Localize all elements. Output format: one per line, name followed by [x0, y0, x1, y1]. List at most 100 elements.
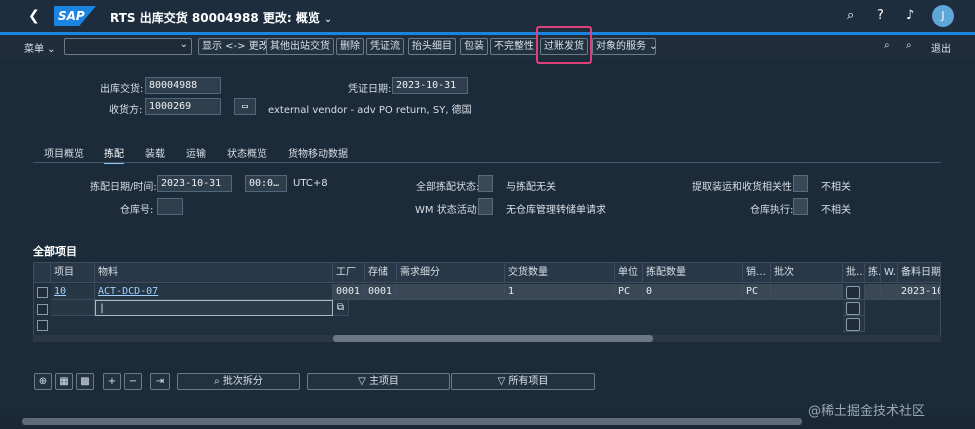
table-cell-plant: 0001: [333, 284, 365, 300]
header-details-button[interactable]: 抬头细目: [408, 38, 456, 55]
table-cell-item[interactable]: [51, 300, 95, 316]
command-field[interactable]: ⌄: [64, 38, 192, 55]
other-delivery-button[interactable]: 其他出站交货: [266, 38, 334, 55]
value-help-icon[interactable]: ⧉: [333, 300, 349, 316]
col-plant[interactable]: 工厂: [333, 263, 365, 283]
bell-icon[interactable]: ♪: [906, 8, 914, 23]
row-select-checkbox[interactable]: [37, 320, 48, 331]
item-link[interactable]: 10: [54, 286, 66, 297]
batch-split-checkbox[interactable]: [846, 302, 860, 315]
delivery-field[interactable]: 80004988: [145, 77, 221, 94]
help-icon[interactable]: ?: [877, 8, 884, 23]
add-row-icon[interactable]: +: [103, 373, 121, 390]
shell-bar: ❮ SAP RTS 出库交货 80004988 更改: 概览 ⌄ ⌕ ? ♪ J: [0, 0, 975, 32]
table-cell-pick-qty: 0: [643, 284, 743, 300]
wm-status: [478, 198, 493, 215]
overall-pick-label: 全部拣配状态:: [416, 182, 480, 193]
table-cell-batch-split[interactable]: [843, 316, 865, 332]
highlight-frame: [536, 26, 592, 64]
ship-to-desc: external vendor - adv PO return, SY, 德国: [268, 105, 472, 116]
services-for-object-button[interactable]: 对象的服务 ⌄: [592, 38, 658, 55]
avatar[interactable]: J: [932, 5, 954, 27]
ship-to-field[interactable]: 1000269: [145, 98, 221, 115]
col-wm[interactable]: W.: [881, 263, 898, 283]
main-item-filter-button[interactable]: ▽ 主项目: [307, 373, 450, 390]
col-pick[interactable]: 拣.: [865, 263, 881, 283]
col-unit[interactable]: 单位: [615, 263, 643, 283]
sap-logo[interactable]: SAP: [54, 6, 96, 26]
tab-status-overview[interactable]: 状态概览: [227, 145, 267, 160]
col-pick-qty[interactable]: 拣配数量: [643, 263, 743, 283]
delivery-label: 出库交货:: [100, 84, 144, 95]
filter-icon: ▽: [358, 376, 369, 387]
display-change-button[interactable]: 显示 <-> 更改: [198, 38, 273, 55]
row-select-checkbox[interactable]: [37, 287, 48, 298]
back-icon[interactable]: ❮: [28, 8, 40, 24]
material-link[interactable]: ACT-DCD-07: [98, 286, 158, 297]
row-select-checkbox[interactable]: [37, 304, 48, 315]
select-all-header[interactable]: [34, 263, 51, 283]
batch-split-button[interactable]: ⌕ 批次拆分: [177, 373, 300, 390]
table-cell-sales-unit: PC: [743, 284, 771, 300]
wm-status-text: 无仓库管理转储单请求: [506, 205, 606, 216]
deselect-all-icon[interactable]: ▩: [76, 373, 94, 390]
table-cell-qty: 1: [505, 284, 615, 300]
col-batch-split[interactable]: 批…: [843, 263, 865, 283]
application-toolbar: 菜单 ⌄ ⌄ 显示 <-> 更改 其他出站交货 删除 凭证流 抬头细目 包装 不…: [0, 35, 975, 59]
all-items-title: 全部项目: [33, 245, 77, 258]
material-input[interactable]: |: [95, 300, 333, 316]
relevance-label: 提取装运和收货相关性:: [692, 182, 796, 193]
tab-strip: 项目概览 拣配 装载 运输 状态概览 货物移动数据: [0, 143, 975, 164]
tab-transport[interactable]: 运输: [186, 145, 206, 160]
batch-split-checkbox[interactable]: [846, 318, 860, 331]
table-cell-pick: [865, 284, 881, 300]
pick-date-label: 拣配日期/时间:: [90, 182, 157, 193]
batch-split-checkbox[interactable]: [846, 286, 860, 299]
document-flow-button[interactable]: 凭证流: [366, 38, 404, 55]
warehouse-field[interactable]: [157, 198, 183, 215]
tab-loading[interactable]: 装载: [145, 145, 165, 160]
table-cell-unit: PC: [615, 284, 643, 300]
address-icon[interactable]: ▭: [234, 98, 256, 115]
table-cell-material[interactable]: ACT-DCD-07: [95, 284, 333, 300]
find-next-icon[interactable]: ⌕: [906, 40, 912, 51]
timezone-label: UTC+8: [293, 178, 328, 189]
col-batch[interactable]: 批次: [771, 263, 843, 283]
incompletion-button[interactable]: 不完整性: [490, 38, 538, 55]
ship-to-label: 收货方:: [109, 105, 143, 116]
tab-item-overview[interactable]: 项目概览: [44, 145, 84, 160]
remove-row-icon[interactable]: −: [124, 373, 142, 390]
zoom-icon[interactable]: ⊕: [34, 373, 52, 390]
exit-button[interactable]: 退出: [931, 40, 951, 55]
pick-date-field[interactable]: 2023-10-31: [157, 175, 232, 192]
table-cell-item[interactable]: 10: [51, 284, 95, 300]
col-delivery-qty[interactable]: 交货数量: [505, 263, 615, 283]
col-sales-unit[interactable]: 销…: [743, 263, 771, 283]
tab-divider: [33, 162, 941, 163]
col-item[interactable]: 项目: [51, 263, 95, 283]
col-material[interactable]: 物料: [95, 263, 333, 283]
table-scrollbar[interactable]: [33, 335, 941, 342]
search-icon: ⌕: [214, 376, 223, 387]
col-sloc[interactable]: 存储: [365, 263, 397, 283]
col-avail-date[interactable]: 备料日期: [898, 263, 940, 283]
tab-goods-movement[interactable]: 货物移动数据: [288, 145, 348, 160]
doc-date-label: 凭证日期:: [348, 84, 392, 95]
doc-date-field[interactable]: 2023-10-31: [392, 77, 468, 94]
app-title[interactable]: RTS 出库交货 80004988 更改: 概览 ⌄: [110, 9, 332, 26]
page-scroll-thumb[interactable]: [22, 418, 802, 425]
find-icon[interactable]: ⌕: [884, 40, 890, 51]
position-icon[interactable]: ⇥: [150, 373, 170, 390]
pick-time-field[interactable]: 00:0…: [245, 175, 287, 192]
table-cell-batch-split[interactable]: [843, 284, 865, 300]
warehouse-label: 仓库号:: [120, 205, 154, 216]
select-all-icon[interactable]: ▦: [55, 373, 73, 390]
menu-button[interactable]: 菜单 ⌄: [24, 40, 56, 55]
scroll-thumb[interactable]: [333, 335, 653, 342]
delete-button[interactable]: 删除: [336, 38, 364, 55]
search-icon[interactable]: ⌕: [847, 8, 854, 23]
col-req-seg[interactable]: 需求细分: [397, 263, 505, 283]
table-cell-batch-split[interactable]: [843, 300, 865, 316]
all-items-filter-button[interactable]: ▽ 所有项目: [451, 373, 595, 390]
pack-button[interactable]: 包装: [460, 38, 488, 55]
